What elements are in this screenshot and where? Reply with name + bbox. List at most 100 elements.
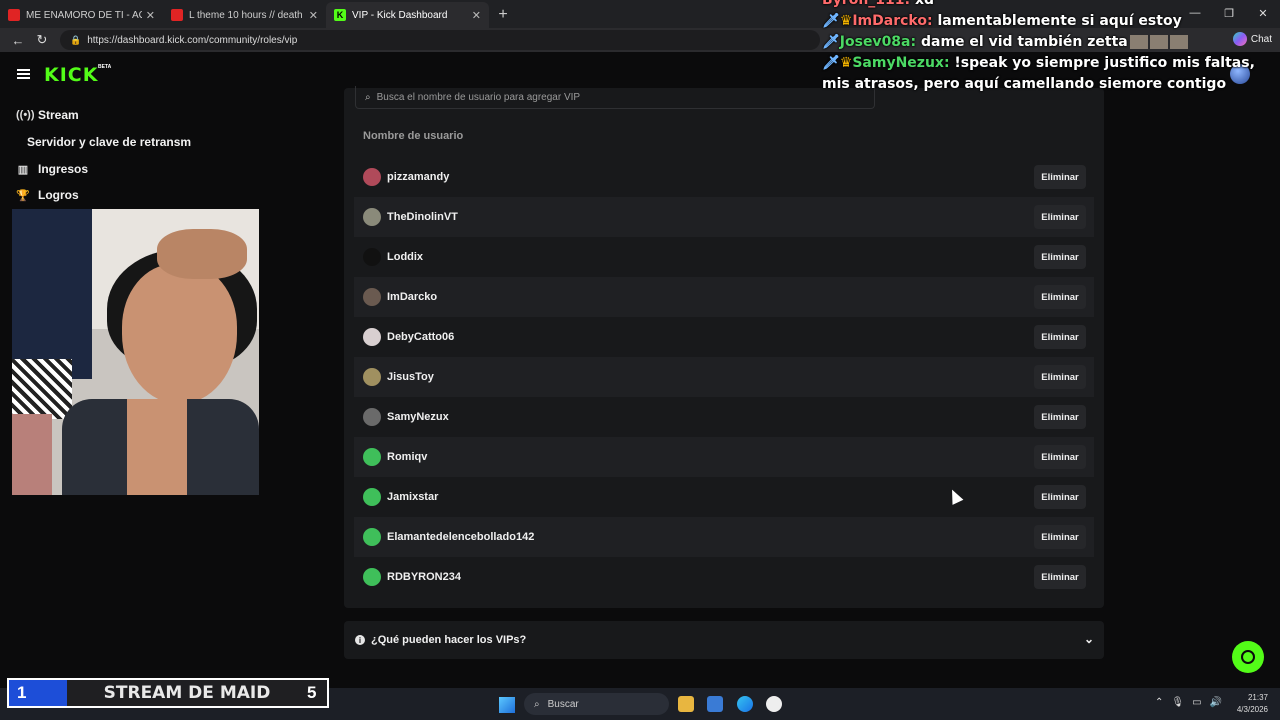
windows-start-icon[interactable] xyxy=(499,697,515,713)
url-field[interactable]: 🔒 https://dashboard.kick.com/community/r… xyxy=(60,30,820,50)
user-avatar xyxy=(363,208,381,226)
chat-message: 🗡♛ImDarcko: lamentablemente si aquí esto… xyxy=(822,11,1272,32)
clock[interactable]: 21:37 4/3/2026 xyxy=(1237,692,1268,716)
kick-logo[interactable]: KICK xyxy=(44,64,98,86)
headset-icon xyxy=(1241,650,1255,664)
username[interactable]: JisusToy xyxy=(387,371,434,383)
user-avatar xyxy=(363,448,381,466)
user-avatar xyxy=(363,488,381,506)
trophy-icon: 🏆 xyxy=(16,189,30,202)
vip-user-list: pizzamandy Eliminar TheDinolinVT Eliminar Lo… xyxy=(354,157,1094,597)
remove-vip-button[interactable]: Eliminar xyxy=(1034,165,1086,189)
info-icon: i xyxy=(355,635,365,645)
tab-youtube-theme[interactable]: L theme 10 hours // death no ✕ xyxy=(163,2,326,28)
sidebar-item-label: Stream xyxy=(38,108,79,122)
vip-user-row: TheDinolinVT Eliminar xyxy=(354,197,1094,237)
sidebar-item-revenue[interactable]: ▥ Ingresos xyxy=(16,162,88,176)
vip-faq-accordion[interactable]: i ¿Qué pueden hacer los VIPs? ⌄ xyxy=(344,621,1104,659)
banner-title: STREAM DE MAID xyxy=(103,683,271,703)
tab-label: VIP - Kick Dashboard xyxy=(352,9,448,21)
username[interactable]: Loddix xyxy=(387,251,423,263)
sidebar-item-achievements[interactable]: 🏆 Logros xyxy=(16,188,79,202)
edge-icon[interactable] xyxy=(737,696,753,712)
sidebar-item-stream-key[interactable]: Servidor y clave de retransm xyxy=(27,135,191,149)
tab-youtube-music[interactable]: ME ENAMORO DE TI - AGUILAR Y ✕ xyxy=(0,2,163,28)
youtube-icon xyxy=(171,9,183,21)
beta-badge: BETA xyxy=(98,64,112,70)
back-icon[interactable]: ← xyxy=(6,33,30,48)
taskbar-search-label: Buscar xyxy=(547,698,579,710)
vip-user-row: ImDarcko Eliminar xyxy=(354,277,1094,317)
clock-date: 4/3/2026 xyxy=(1236,705,1268,714)
remove-vip-button[interactable]: Eliminar xyxy=(1034,285,1086,309)
vip-user-row: DebyCatto06 Eliminar xyxy=(354,317,1094,357)
help-button[interactable] xyxy=(1232,641,1264,673)
username[interactable]: SamyNezux xyxy=(387,411,449,423)
chat-text: xd xyxy=(914,0,935,8)
vip-user-row: JisusToy Eliminar xyxy=(354,357,1094,397)
username[interactable]: Jamixstar xyxy=(387,491,438,503)
url-text: https://dashboard.kick.com/community/rol… xyxy=(87,34,298,46)
clock-time: 21:37 xyxy=(1247,693,1268,702)
tab-label: ME ENAMORO DE TI - AGUILAR Y xyxy=(26,9,142,21)
chat-username: Byron_111: xyxy=(822,0,911,8)
file-explorer-icon[interactable] xyxy=(678,696,694,712)
taskbar-search[interactable]: ⌕ Buscar xyxy=(524,693,669,715)
username[interactable]: pizzamandy xyxy=(387,171,449,183)
username[interactable]: RDBYRON234 xyxy=(387,571,461,583)
user-avatar xyxy=(363,408,381,426)
faq-title: ¿Qué pueden hacer los VIPs? xyxy=(371,634,527,646)
broadcast-icon: ((•)) xyxy=(16,109,35,121)
new-tab-button[interactable]: + xyxy=(489,2,517,28)
store-icon[interactable] xyxy=(707,696,723,712)
username[interactable]: ImDarcko xyxy=(387,291,437,303)
emote-icon xyxy=(1169,35,1188,49)
sidebar-item-label: Logros xyxy=(38,188,79,202)
remove-vip-button[interactable]: Eliminar xyxy=(1034,325,1086,349)
search-icon: ⌕ xyxy=(365,91,371,103)
remove-vip-button[interactable]: Eliminar xyxy=(1034,445,1086,469)
remove-vip-button[interactable]: Eliminar xyxy=(1034,405,1086,429)
chat-text: lamentablemente si aquí estoy xyxy=(937,13,1182,29)
bar-chart-icon: ▥ xyxy=(17,163,29,176)
user-avatar xyxy=(363,568,381,586)
vip-user-row: pizzamandy Eliminar xyxy=(354,157,1094,197)
sidebar-item-stream[interactable]: ((•)) Stream xyxy=(16,108,79,122)
vip-user-row: RDBYRON234 Eliminar xyxy=(354,557,1094,597)
user-avatar xyxy=(363,528,381,546)
vip-user-row: Loddix Eliminar xyxy=(354,237,1094,277)
remove-vip-button[interactable]: Eliminar xyxy=(1034,365,1086,389)
chat-text: dame el vid también zetta xyxy=(920,34,1128,50)
close-icon[interactable]: ✕ xyxy=(309,9,318,22)
remove-vip-button[interactable]: Eliminar xyxy=(1034,565,1086,589)
username[interactable]: TheDinolinVT xyxy=(387,211,458,223)
username[interactable]: Romiqv xyxy=(387,451,427,463)
banner-right-number: 5 xyxy=(307,683,317,702)
remove-vip-button[interactable]: Eliminar xyxy=(1034,205,1086,229)
vip-user-row: Romiqv Eliminar xyxy=(354,437,1094,477)
sword-badge-icon: 🗡 xyxy=(822,34,840,50)
refresh-icon[interactable]: ↻ xyxy=(30,32,54,48)
username[interactable]: Elamantedelencebollado142 xyxy=(387,531,534,543)
vip-search-input[interactable]: ⌕ Busca el nombre de usuario para agrega… xyxy=(355,86,875,109)
close-icon[interactable]: ✕ xyxy=(146,9,155,22)
chevron-down-icon[interactable]: ⌄ xyxy=(1084,632,1094,646)
tab-label: L theme 10 hours // death no xyxy=(189,9,305,21)
tab-kick-dashboard[interactable]: K VIP - Kick Dashboard ✕ xyxy=(326,2,489,28)
obs-icon[interactable] xyxy=(766,696,782,712)
menu-icon[interactable] xyxy=(17,69,30,79)
crown-badge-icon: ♛ xyxy=(839,55,853,71)
user-avatar xyxy=(363,288,381,306)
remove-vip-button[interactable]: Eliminar xyxy=(1034,525,1086,549)
sidebar-item-label: Ingresos xyxy=(38,162,89,176)
chat-message: 🗡♛SamyNezux: !speak yo siempre justifico… xyxy=(822,53,1272,95)
vip-user-row: SamyNezux Eliminar xyxy=(354,397,1094,437)
close-icon[interactable]: ✕ xyxy=(472,9,481,22)
banner-left-number: 1 xyxy=(9,680,67,706)
sword-badge-icon: 🗡 xyxy=(822,13,840,29)
sword-badge-icon: 🗡 xyxy=(822,55,840,71)
remove-vip-button[interactable]: Eliminar xyxy=(1034,245,1086,269)
system-tray-icons[interactable]: ⌃🎙▭🔊 xyxy=(1155,697,1230,708)
username[interactable]: DebyCatto06 xyxy=(387,331,454,343)
remove-vip-button[interactable]: Eliminar xyxy=(1034,485,1086,509)
